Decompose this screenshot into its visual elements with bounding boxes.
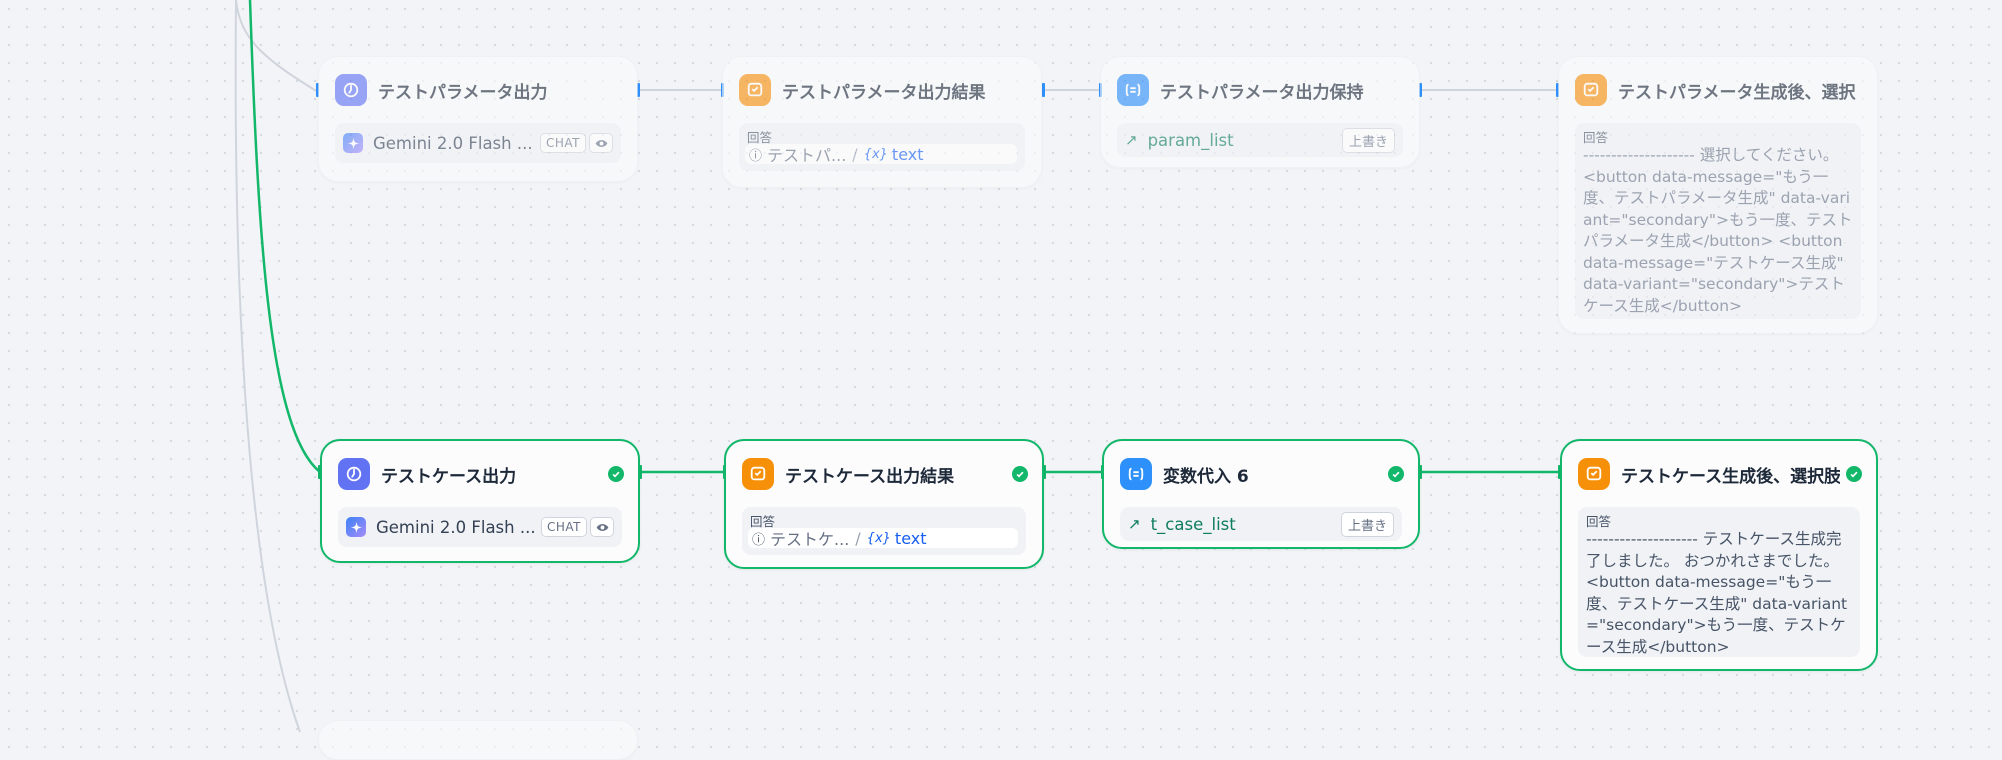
node-case-assign[interactable]: 変数代入 6 ↗ t_case_list 上書き [1102, 439, 1420, 549]
node-title: テストパラメータ出力 [378, 82, 548, 103]
node-case-after[interactable]: テストケース生成後、選択肢 回答 -------------------- テス… [1560, 439, 1878, 671]
answer-icon [742, 458, 774, 490]
llm-icon: ⓘ [749, 148, 763, 164]
variable-icon: {x} [863, 146, 888, 162]
field-label: 回答 [1583, 130, 1609, 145]
node-title: テストパラメータ出力結果 [782, 82, 986, 103]
eye-icon[interactable] [590, 517, 614, 537]
node-param-llm[interactable]: テストパラメータ出力 Gemini 2.0 Flash ... CHAT [318, 56, 638, 182]
assign-icon: ↗ [1125, 131, 1138, 149]
llm-icon [338, 458, 370, 490]
success-check-icon [608, 466, 624, 482]
edge-trunk-grey [235, 0, 319, 93]
answer-icon [1575, 74, 1607, 106]
success-check-icon [1388, 466, 1404, 482]
success-check-icon [1846, 466, 1862, 482]
success-check-icon [1012, 466, 1028, 482]
eye-icon[interactable] [589, 133, 613, 153]
variable-icon: {x} [866, 530, 891, 546]
node-param-answer[interactable]: テストパラメータ出力結果 回答 ⓘ テストパ... / {x} text [722, 56, 1042, 188]
model-selector[interactable]: Gemini 2.0 Flash ... CHAT [338, 507, 622, 547]
answer-icon [1578, 458, 1610, 490]
node-case-answer[interactable]: テストケース出力結果 回答 ⓘ テストケ... / {x} text [724, 439, 1044, 569]
workflow-node-partial[interactable] [318, 720, 638, 760]
variable-assign-icon [1117, 74, 1149, 106]
variable-reference[interactable]: ⓘ テストパ... / {x} text [745, 144, 1017, 165]
gemini-icon [346, 517, 366, 537]
answer-content: -------------------- 選択してください。 <button d… [1583, 146, 1853, 315]
llm-icon [335, 74, 367, 106]
node-title: テストケース出力 [381, 466, 517, 487]
model-selector[interactable]: Gemini 2.0 Flash ... CHAT [335, 123, 621, 163]
node-title: テストパラメータ生成後、選択 [1618, 82, 1856, 103]
answer-content: -------------------- テストケース生成完了しました。 おつか… [1586, 530, 1848, 656]
field-label: 回答 [1586, 514, 1612, 529]
variable-assign-icon [1120, 458, 1152, 490]
overwrite-badge: 上書き [1341, 127, 1395, 153]
mode-badge: CHAT [540, 517, 587, 537]
node-param-after[interactable]: テストパラメータ生成後、選択 回答 -------------------- 選… [1558, 56, 1878, 334]
mode-badge: CHAT [539, 133, 586, 153]
edge-trunk-grey-long [234, 0, 301, 732]
assigned-variable[interactable]: ↗ param_list 上書き [1117, 123, 1403, 157]
gemini-icon [343, 133, 363, 153]
node-title: テストケース生成後、選択肢 [1621, 466, 1840, 487]
handle[interactable] [1042, 83, 1045, 97]
node-title: 変数代入 6 [1163, 466, 1249, 487]
node-param-assign[interactable]: テストパラメータ出力保持 ↗ param_list 上書き [1100, 56, 1420, 168]
node-title: テストケース出力結果 [785, 466, 955, 487]
llm-icon: ⓘ [752, 532, 766, 548]
node-case-llm[interactable]: テストケース出力 Gemini 2.0 Flash ... CHAT [320, 439, 640, 563]
assign-icon: ↗ [1128, 515, 1141, 533]
overwrite-badge: 上書き [1340, 511, 1394, 537]
model-name: Gemini 2.0 Flash ... [373, 133, 533, 153]
model-name: Gemini 2.0 Flash ... [376, 517, 536, 537]
answer-icon [739, 74, 771, 106]
node-title: テストパラメータ出力保持 [1160, 82, 1364, 103]
variable-reference[interactable]: ⓘ テストケ... / {x} text [748, 528, 1018, 549]
assigned-variable[interactable]: ↗ t_case_list 上書き [1120, 507, 1402, 541]
